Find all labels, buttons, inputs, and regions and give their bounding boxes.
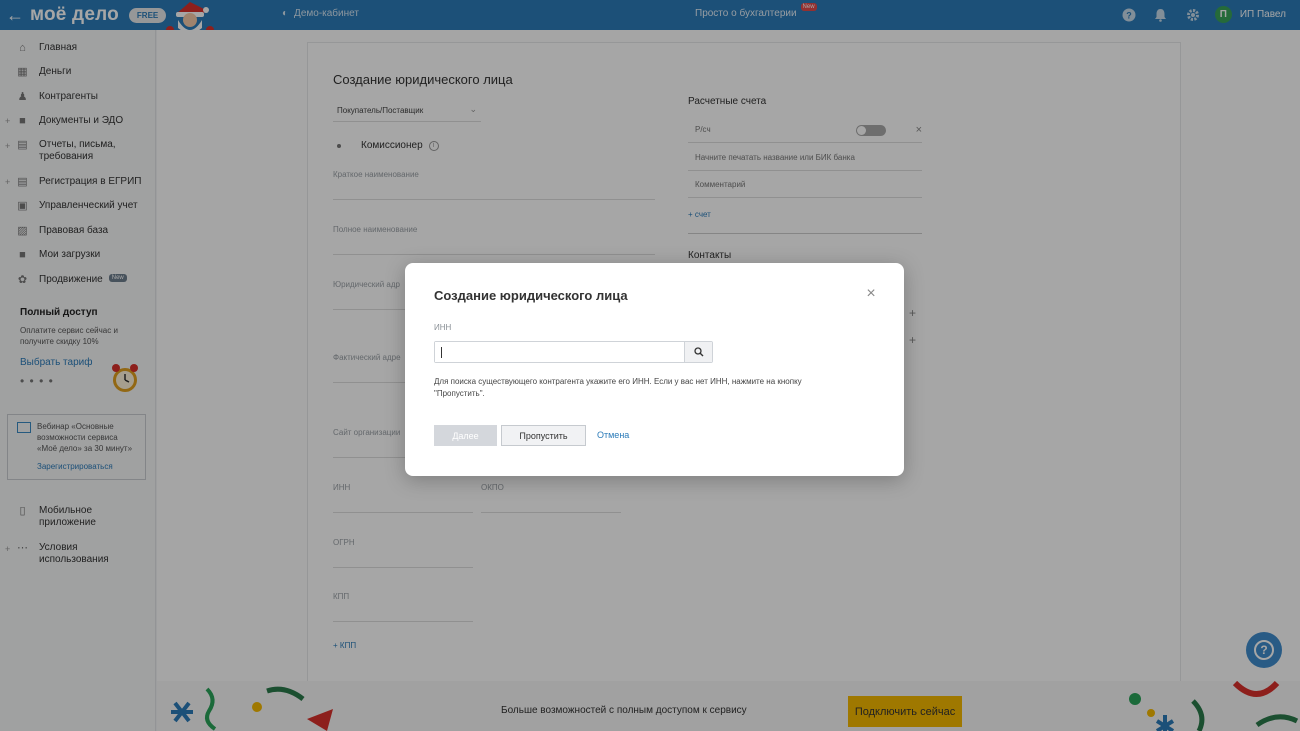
inn-input[interactable] [435,342,684,362]
skip-button[interactable]: Пропустить [501,425,586,446]
text-cursor [441,347,442,358]
inn-hint-text: Для поиска существующего контрагента ука… [434,377,802,398]
next-button[interactable]: Далее [434,425,497,446]
cancel-link[interactable]: Отмена [597,430,629,440]
search-icon [693,347,703,357]
inn-search-box [434,341,713,363]
inn-label: ИНН [434,323,452,332]
modal-title: Создание юридического лица [434,288,628,303]
create-legal-entity-modal: Создание юридического лица × ИНН Для пои… [405,263,904,476]
close-icon[interactable]: × [864,286,878,302]
search-button[interactable] [684,342,712,362]
